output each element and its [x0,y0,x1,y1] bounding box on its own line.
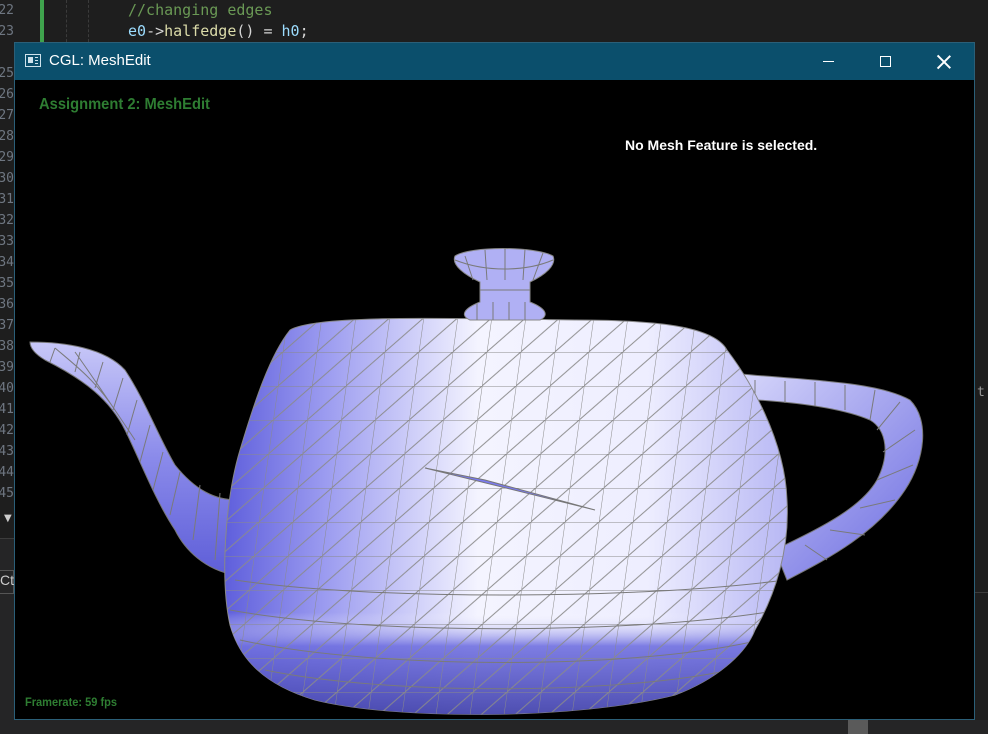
chevron-down-icon[interactable]: ▼ [4,513,12,524]
code-comment: //changing edges [128,1,273,19]
line-number: 25 [0,66,14,81]
maximize-button[interactable] [862,43,908,80]
line-number: 29 [0,150,14,165]
app-heading: Assignment 2: MeshEdit [39,96,210,113]
code-identifier: e0 [128,22,147,40]
code-line-assignment[interactable]: e0->halfedge() = h0; [128,21,309,42]
line-number: 32 [0,213,14,228]
window-title: CGL: MeshEdit [49,52,151,69]
minimize-icon [822,61,834,62]
line-number: 43 [0,444,14,459]
line-number: 40 [0,381,14,396]
right-editor-edge [975,0,988,734]
line-number: 45 [0,486,14,501]
indent-guide [66,0,67,42]
maximize-icon [879,56,891,67]
right-peek-text: t [977,385,985,400]
line-number: 44 [0,465,14,480]
line-number: 27 [0,108,14,123]
code-punctuation: ; [299,22,309,40]
code-punctuation: () = [236,22,282,40]
line-number: 37 [0,318,14,333]
line-number: 26 [0,87,14,102]
line-number: 34 [0,255,14,270]
indent-guide [88,0,89,42]
close-button[interactable] [921,43,967,80]
line-number: 22 [0,3,14,18]
line-number: 33 [0,234,14,249]
selection-status-text: No Mesh Feature is selected. [625,137,818,153]
line-number: 28 [0,129,14,144]
bottom-panel-edge [0,538,14,734]
line-number: 42 [0,423,14,438]
scrollbar-thumb[interactable] [848,720,868,734]
meshedit-window: CGL: MeshEdit Assignment 2: MeshEdit No … [14,42,975,720]
code-operator: -> [146,22,165,40]
window-titlebar[interactable]: CGL: MeshEdit [15,43,974,80]
close-icon [937,55,951,69]
git-change-bar [40,0,44,42]
line-number: 36 [0,297,14,312]
code-identifier: h0 [281,22,300,40]
teapot-mesh[interactable] [15,80,974,719]
app-window-icon [25,54,41,67]
line-number: 35 [0,276,14,291]
line-number: 23 [0,24,14,39]
panel-divider [0,538,14,539]
line-number: 39 [0,360,14,375]
minimize-button[interactable] [805,43,851,80]
code-function: halfedge [164,22,237,40]
line-number: 31 [0,192,14,207]
line-number: 38 [0,339,14,354]
panel-divider [975,592,988,593]
status-strip [0,720,988,734]
render-viewport[interactable]: Assignment 2: MeshEdit No Mesh Feature i… [15,80,974,719]
framerate-label: Framerate: 59 fps [25,695,118,709]
panel-label: Ct [0,572,14,588]
line-number: 41 [0,402,14,417]
line-number: 30 [0,171,14,186]
code-line-comment[interactable]: //changing edges [128,0,273,21]
